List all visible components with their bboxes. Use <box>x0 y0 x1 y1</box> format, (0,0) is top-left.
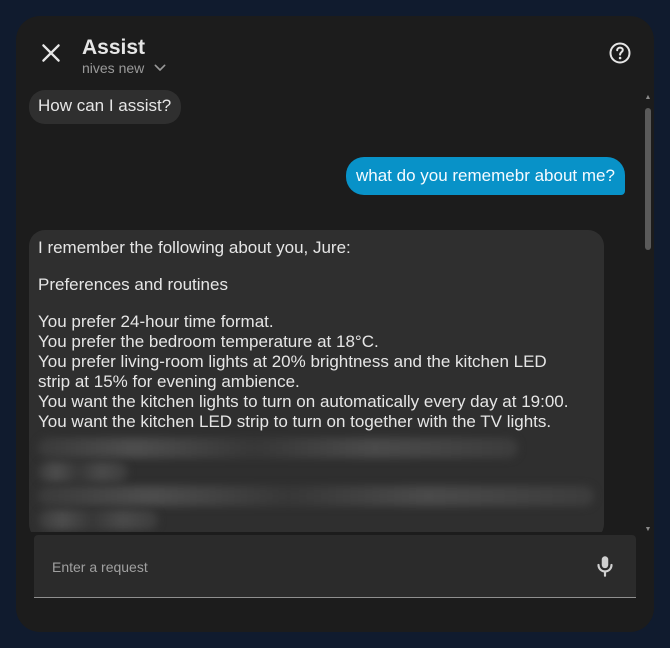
scrollbar[interactable]: ▲ ▼ <box>644 94 652 534</box>
assist-dialog: Assist nives new How can I assist? what … <box>16 16 654 632</box>
help-circle-icon <box>609 42 631 64</box>
redacted-text <box>38 462 128 482</box>
scroll-up-arrow[interactable]: ▲ <box>644 94 652 102</box>
microphone-button[interactable] <box>592 553 618 579</box>
microphone-icon <box>597 556 613 577</box>
close-icon <box>42 44 60 62</box>
request-input[interactable] <box>50 535 574 599</box>
answer-line: You prefer 24-hour time format. <box>38 312 274 331</box>
dialog-header: Assist nives new <box>16 16 654 94</box>
answer-line: strip at 15% for evening ambience. <box>38 372 300 391</box>
scroll-down-arrow[interactable]: ▼ <box>644 526 652 534</box>
assistant-message-answer: I remember the following about you, Jure… <box>29 230 604 532</box>
pipeline-name: nives new <box>82 60 145 76</box>
user-message: what do you rememebr about me? <box>346 157 625 195</box>
dialog-title: Assist <box>82 36 146 59</box>
redacted-text <box>38 438 518 458</box>
chevron-down-icon <box>154 64 166 71</box>
pipeline-selector[interactable]: nives new <box>82 60 168 76</box>
answer-line: You want the kitchen LED strip to turn o… <box>38 412 552 431</box>
redacted-text <box>38 486 594 506</box>
answer-line: You want the kitchen lights to turn on a… <box>38 392 569 411</box>
close-button[interactable] <box>38 40 64 66</box>
answer-line: You prefer living-room lights at 20% bri… <box>38 352 547 371</box>
request-input-container <box>34 535 636 599</box>
redacted-text <box>38 510 158 530</box>
assistant-message: How can I assist? <box>29 90 182 124</box>
help-button[interactable] <box>608 41 632 65</box>
answer-line: You prefer the bedroom temperature at 18… <box>38 332 379 351</box>
answer-heading: Preferences and routines <box>38 275 228 294</box>
conversation-area[interactable]: How can I assist? what do you rememebr a… <box>16 86 654 532</box>
scroll-thumb[interactable] <box>645 108 651 250</box>
answer-intro: I remember the following about you, Jure… <box>38 238 351 257</box>
